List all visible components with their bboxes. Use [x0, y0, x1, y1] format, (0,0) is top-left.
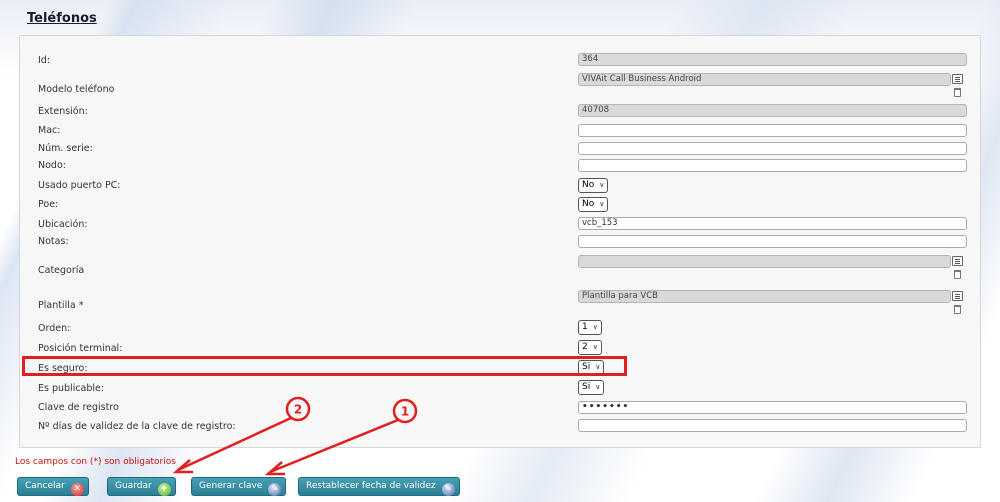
annotation-marker-2: 2 — [294, 403, 302, 417]
annotation-arrow-1 — [269, 418, 399, 474]
annotation-arrowhead-2 — [172, 459, 193, 474]
annotation-overlay: 2 1 — [172, 396, 418, 476]
annotation-arrow-2 — [177, 416, 292, 472]
annotation-marker-1: 1 — [401, 405, 409, 419]
